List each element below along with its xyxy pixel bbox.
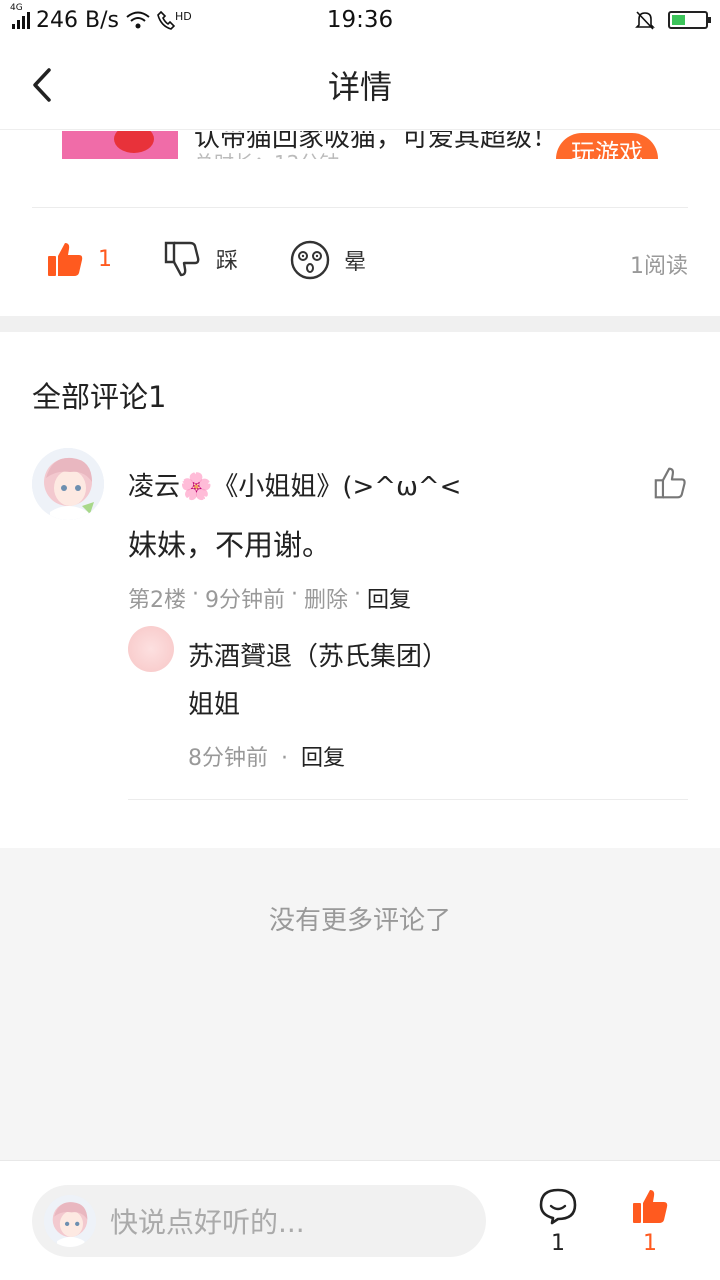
comment-floor: 第2楼 xyxy=(128,588,186,613)
like-count: 1 xyxy=(98,246,112,272)
dizzy-label: 晕 xyxy=(344,250,367,275)
like-count: 1 xyxy=(643,1231,657,1256)
delete-link[interactable]: 删除 xyxy=(304,582,348,614)
separator-dot: · xyxy=(281,746,288,771)
divider xyxy=(128,799,688,800)
anime-avatar-image xyxy=(32,448,104,520)
user-avatar xyxy=(44,1195,96,1247)
comment-bubble-icon xyxy=(539,1188,577,1225)
network-speed: 246 B/s xyxy=(36,7,119,33)
dislike-label: 踩 xyxy=(216,249,239,274)
comments-button[interactable]: 1 xyxy=(536,1187,580,1256)
like-reaction[interactable]: 1 xyxy=(46,240,112,278)
comment-time: 9分钟前 xyxy=(205,588,285,613)
cellular-signal-icon: 4G xyxy=(10,3,30,29)
reply-link[interactable]: 回复 xyxy=(301,746,345,771)
dislike-reaction[interactable]: 踩 xyxy=(164,240,238,278)
reply-time: 8分钟前 xyxy=(188,746,268,771)
avatar[interactable] xyxy=(32,448,104,520)
dizzy-reaction[interactable]: 晕 xyxy=(290,240,366,280)
input-placeholder: 快说点好听的... xyxy=(110,1206,305,1239)
reaction-bar: 1 踩 晕 1阅读 xyxy=(0,230,720,296)
comment-author[interactable]: 凌云🌸《小姐姐》(>^ω^< xyxy=(128,466,461,503)
separator-dot: · xyxy=(192,582,199,607)
reply-author[interactable]: 苏酒贇退（苏氏集团） xyxy=(188,636,448,673)
thumbs-up-icon xyxy=(48,243,83,276)
comment-count: 1 xyxy=(551,1231,565,1256)
divider xyxy=(32,207,688,208)
no-more-comments: 没有更多评论了 xyxy=(268,906,451,936)
hd-label: HD xyxy=(174,10,192,23)
anime-avatar-image xyxy=(44,1195,96,1247)
reply-link[interactable]: 回复 xyxy=(367,582,411,614)
status-bar: 4G 246 B/s HD 19:36 xyxy=(0,0,720,40)
chevron-left-icon xyxy=(33,68,51,102)
page-title: 详情 xyxy=(327,67,392,106)
silent-bell-icon xyxy=(635,11,655,30)
thumbs-down-icon xyxy=(164,241,200,277)
reply-avatar[interactable] xyxy=(128,626,174,672)
thumbs-up-outline-icon xyxy=(654,467,686,499)
reply-meta: 8分钟前 · 回复 xyxy=(188,740,345,772)
comment-like-button[interactable] xyxy=(654,466,690,502)
reply-text: 姐姐 xyxy=(188,690,241,720)
back-button[interactable] xyxy=(22,62,62,108)
dizzy-face-icon xyxy=(290,240,330,280)
ad-thumbnail xyxy=(62,131,178,159)
hd-call-icon: HD xyxy=(157,10,192,30)
top-nav-bar: 详情 xyxy=(0,40,720,130)
play-game-button[interactable]: 玩游戏 xyxy=(556,133,658,159)
comment-text: 妹妹，不用谢。 xyxy=(128,528,332,562)
section-separator xyxy=(0,316,720,332)
comment-meta: 第2楼 · 9分钟前 · 删除 · 回复 xyxy=(128,582,411,614)
read-count: 1阅读 xyxy=(630,254,688,279)
like-button[interactable]: 1 xyxy=(628,1187,672,1256)
comments-heading: 全部评论1 xyxy=(32,380,167,414)
battery-icon xyxy=(668,11,711,29)
thumbs-up-icon xyxy=(633,1190,668,1223)
comment-input[interactable]: 快说点好听的... xyxy=(32,1185,486,1257)
separator-dot: · xyxy=(354,582,362,607)
network-type: 4G xyxy=(10,3,23,13)
bottom-bar: 快说点好听的... 1 1 xyxy=(0,1160,720,1280)
status-left: 4G 246 B/s HD xyxy=(10,3,272,33)
end-of-list-area xyxy=(0,848,720,1160)
game-ad-banner[interactable]: 认带猫回家吸猫，可爱其超级！ 总时长：12分钟 玩游戏 xyxy=(62,131,688,159)
status-right xyxy=(634,9,711,31)
wifi-icon xyxy=(126,11,150,29)
ad-subtitle: 总时长：12分钟 xyxy=(194,147,339,159)
separator-dot: · xyxy=(291,582,298,607)
